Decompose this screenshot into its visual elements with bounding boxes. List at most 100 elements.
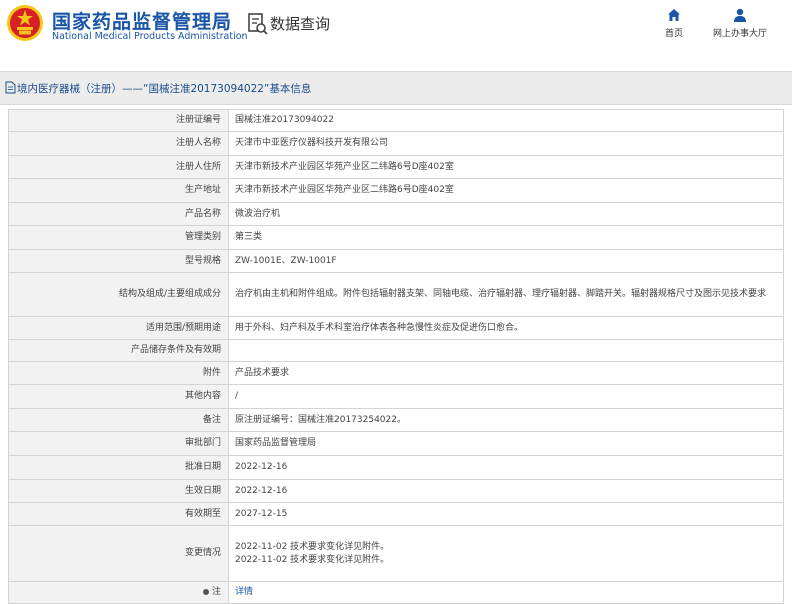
field-value-text: 国家药品监督管理局 bbox=[235, 438, 317, 448]
table-row: 审批部门 国家药品监督管理局 bbox=[8, 431, 784, 456]
field-label-text: 结构及组成/主要组成成分 bbox=[118, 289, 221, 299]
field-label: 注册人名称 bbox=[8, 131, 229, 156]
table-row: 注 详情 bbox=[8, 581, 784, 604]
field-label: 生产地址 bbox=[8, 178, 229, 203]
field-label-text: 附件 bbox=[202, 367, 221, 378]
table-row: 变更情况 2022-11-02 技术要求变化详见附件。 2022-11-02 技术要… bbox=[8, 525, 784, 582]
field-value: 国家药品监督管理局 bbox=[228, 431, 784, 456]
data-query-icon bbox=[248, 13, 268, 35]
home-icon bbox=[668, 9, 680, 21]
org-name-cn: 国家药品监督管理局 bbox=[52, 11, 233, 33]
field-label-text: 注册证编号 bbox=[175, 115, 221, 125]
field-label: 变更情况 bbox=[8, 525, 229, 582]
field-label: 产品名称 bbox=[8, 202, 229, 226]
field-value-text: 2022-12-16 bbox=[235, 462, 288, 472]
field-value-text: / bbox=[235, 391, 239, 401]
table-row: 管理类别 第三类 bbox=[8, 225, 784, 250]
field-label-text: 注册人住所 bbox=[175, 161, 221, 172]
field-value: 2022-12-16 bbox=[228, 479, 784, 503]
national-emblem-icon bbox=[7, 5, 43, 41]
nav-home-label: 首页 bbox=[664, 29, 683, 39]
field-value-text: 2027-12-15 bbox=[235, 508, 288, 519]
field-value: 天津市新技术产业园区华苑产业区二纬路6号D座402室 bbox=[228, 178, 784, 203]
table-row: 产品名称 微波治疗机 bbox=[8, 202, 784, 226]
user-icon bbox=[734, 8, 746, 22]
field-value-text: 用于外科、妇产科及手术科室治疗体表各种急慢性炎症及促进伤口愈合。 bbox=[235, 322, 524, 333]
table-row: 注册人名称 天津市中亚医疗仪器科技开发有限公司 bbox=[8, 131, 784, 156]
nav-home-link[interactable]: 首页 bbox=[660, 8, 688, 39]
field-value: 微波治疗机 bbox=[228, 202, 784, 226]
page-title: 境内医疗器械（注册）——“国械注准20173094022”基本信息 bbox=[17, 83, 312, 95]
field-value-text: 2022-12-16 bbox=[235, 485, 288, 496]
field-value-text: 产品技术要求 bbox=[235, 367, 290, 378]
table-row: 其他内容 / bbox=[8, 384, 784, 409]
field-value: 产品技术要求 bbox=[228, 361, 784, 385]
field-label-text: 型号规格 bbox=[184, 255, 221, 266]
field-label: 注 bbox=[8, 581, 229, 604]
field-value: 详情 bbox=[228, 581, 784, 604]
table-row: 注册人住所 天津市新技术产业园区华苑产业区二纬路6号D座402室 bbox=[8, 155, 784, 179]
field-label: 其他内容 bbox=[8, 384, 229, 409]
field-label-text: 有效期至 bbox=[184, 508, 221, 519]
field-label-text: 注 bbox=[211, 587, 221, 597]
registration-info-table: 注册证编号 国械注准20173094022 注册人名称 天津市中亚医疗仪器科技开发有限… bbox=[8, 109, 784, 604]
field-label-text: 其他内容 bbox=[184, 391, 221, 401]
table-row: 注册证编号 国械注准20173094022 bbox=[8, 109, 784, 132]
field-value-text: 2022-11-02 技术要求变化详见附件。 bbox=[235, 541, 390, 552]
field-label: 注册人住所 bbox=[8, 155, 229, 179]
field-value bbox=[228, 339, 784, 362]
field-label-text: 产品储存条件及有效期 bbox=[130, 345, 221, 355]
field-label: 附件 bbox=[8, 361, 229, 385]
field-label-text: 适用范围/预期用途 bbox=[145, 322, 221, 333]
field-value: / bbox=[228, 384, 784, 409]
table-row: 适用范围/预期用途 用于外科、妇产科及手术科室治疗体表各种急慢性炎症及促进伤口愈合… bbox=[8, 316, 784, 340]
field-value: 天津市中亚医疗仪器科技开发有限公司 bbox=[228, 131, 784, 156]
field-label-text: 注册人名称 bbox=[175, 138, 221, 148]
field-value-text: 天津市中亚医疗仪器科技开发有限公司 bbox=[235, 138, 389, 148]
field-value: 天津市新技术产业园区华苑产业区二纬路6号D座402室 bbox=[228, 155, 784, 179]
field-label-text: 生产地址 bbox=[184, 185, 221, 195]
field-value: 第三类 bbox=[228, 225, 784, 250]
field-value: 2022-12-16 bbox=[228, 455, 784, 480]
field-label: 结构及组成/主要组成成分 bbox=[8, 272, 229, 317]
table-row: 备注 原注册证编号：国械注准20173254022。 bbox=[8, 408, 784, 432]
field-value-text: ZW-1001E、ZW-1001F bbox=[235, 255, 337, 266]
field-label-text: 批准日期 bbox=[184, 462, 221, 472]
dot-icon bbox=[202, 588, 209, 595]
field-value: 用于外科、妇产科及手术科室治疗体表各种急慢性炎症及促进伤口愈合。 bbox=[228, 316, 784, 340]
field-label: 备注 bbox=[8, 408, 229, 432]
field-label-text: 管理类别 bbox=[184, 232, 221, 242]
field-value: ZW-1001E、ZW-1001F bbox=[228, 249, 784, 273]
nav-online-office-link[interactable]: 网上办事大厅 bbox=[708, 8, 772, 39]
field-value-text: 国械注准20173094022 bbox=[235, 115, 334, 125]
field-value: 国械注准20173094022 bbox=[228, 109, 784, 132]
field-value-text: 微波治疗机 bbox=[235, 208, 281, 219]
field-label: 注册证编号 bbox=[8, 109, 229, 132]
field-label-text: 审批部门 bbox=[184, 438, 221, 448]
field-value: 原注册证编号：国械注准20173254022。 bbox=[228, 408, 784, 432]
field-value-text: 原注册证编号：国械注准20173254022。 bbox=[235, 414, 406, 425]
table-row: 生产地址 天津市新技术产业园区华苑产业区二纬路6号D座402室 bbox=[8, 178, 784, 203]
field-label: 有效期至 bbox=[8, 502, 229, 526]
data-query-title: 数据查询 bbox=[270, 15, 331, 33]
field-value-text: 天津市新技术产业园区华苑产业区二纬路6号D座402室 bbox=[235, 161, 454, 172]
field-label-text: 备注 bbox=[202, 414, 221, 425]
field-value: 治疗机由主机和附件组成。附件包括辐射器支架、同轴电缆、治疗辐射器、理疗辐射器、脚… bbox=[228, 272, 784, 317]
table-row: 有效期至 2027-12-15 bbox=[8, 502, 784, 526]
field-label: 适用范围/预期用途 bbox=[8, 316, 229, 340]
nav-online-office-label: 网上办事大厅 bbox=[712, 29, 767, 39]
detail-title-bar: 境内医疗器械（注册）——“国械注准20173094022”基本信息 bbox=[0, 71, 792, 105]
field-value-text: 2022-11-02 技术要求变化详见附件。 bbox=[235, 554, 390, 565]
field-label: 产品储存条件及有效期 bbox=[8, 339, 229, 362]
table-row: 生效日期 2022-12-16 bbox=[8, 479, 784, 503]
table-row: 批准日期 2022-12-16 bbox=[8, 455, 784, 480]
table-row: 结构及组成/主要组成成分 治疗机由主机和附件组成。附件包括辐射器支架、同轴电缆、治… bbox=[8, 272, 784, 317]
field-value-text: 治疗机由主机和附件组成。附件包括辐射器支架、同轴电缆、治疗辐射器、理疗辐射器、脚… bbox=[235, 289, 767, 299]
table-row: 型号规格 ZW-1001E、ZW-1001F bbox=[8, 249, 784, 273]
field-label-text: 产品名称 bbox=[184, 208, 221, 219]
field-label: 管理类别 bbox=[8, 225, 229, 250]
field-value: 2022-11-02 技术要求变化详见附件。 2022-11-02 技术要求变化详… bbox=[228, 525, 784, 582]
details-link[interactable]: 详情 bbox=[235, 586, 777, 599]
field-value-text: 第三类 bbox=[235, 232, 263, 242]
field-label: 生效日期 bbox=[8, 479, 229, 503]
